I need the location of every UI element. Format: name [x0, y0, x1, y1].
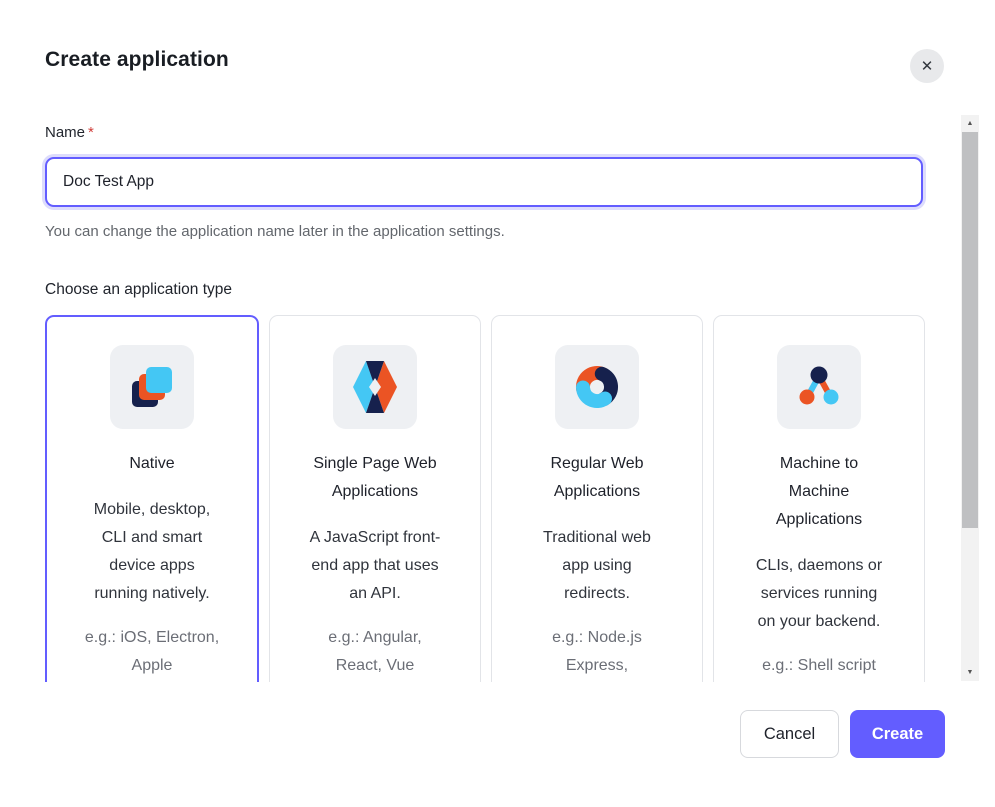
close-icon: ✕	[921, 59, 934, 74]
card-single-page-web[interactable]: Single Page Web Applications A JavaScrip…	[269, 315, 481, 682]
card-native[interactable]: Native Mobile, desktop, CLI and smart de…	[45, 315, 259, 682]
required-asterisk: *	[88, 124, 94, 141]
card-examples: e.g.: Shell script	[750, 652, 888, 680]
m2m-icon-tile	[777, 345, 861, 429]
cancel-button[interactable]: Cancel	[740, 710, 839, 758]
m2m-linked-nodes-icon	[795, 363, 843, 411]
regular-web-swirl-icon	[573, 363, 621, 411]
spa-icon-tile	[333, 345, 417, 429]
close-button[interactable]: ✕	[910, 49, 944, 83]
vertical-scrollbar[interactable]: ▲ ▼	[961, 115, 979, 681]
application-type-label: Choose an application type	[45, 281, 232, 299]
card-description: CLIs, daemons or services running on you…	[750, 552, 888, 636]
name-helper-text: You can change the application name late…	[45, 223, 505, 240]
card-examples: e.g.: Angular, React, Vue	[306, 624, 444, 680]
card-description: Traditional web app using redirects.	[528, 524, 666, 608]
card-title: Single Page Web Applications	[308, 450, 442, 506]
name-label: Name*	[45, 124, 94, 141]
scroll-up-icon: ▲	[967, 120, 974, 127]
scroll-down-button[interactable]: ▼	[961, 664, 979, 681]
scroll-down-icon: ▼	[967, 669, 974, 676]
spa-hex-diamond-icon	[353, 361, 397, 413]
regular-web-icon-tile	[555, 345, 639, 429]
card-examples: e.g.: Node.js Express,	[528, 624, 666, 680]
card-title: Machine to Machine Applications	[752, 450, 886, 534]
application-name-input[interactable]	[45, 157, 923, 207]
scroll-up-button[interactable]: ▲	[961, 115, 979, 132]
card-description: Mobile, desktop, CLI and smart device ap…	[83, 496, 221, 608]
modal-body: Name* You can change the application nam…	[0, 110, 960, 682]
card-machine-to-machine[interactable]: Machine to Machine Applications CLIs, da…	[713, 315, 925, 682]
card-examples: e.g.: iOS, Electron, Apple	[83, 624, 221, 680]
scrollbar-thumb[interactable]	[962, 132, 978, 528]
create-button[interactable]: Create	[850, 710, 945, 758]
card-title: Regular Web Applications	[530, 450, 664, 506]
modal-title: Create application	[45, 48, 229, 72]
card-regular-web[interactable]: Regular Web Applications Traditional web…	[491, 315, 703, 682]
native-stacked-squares-icon	[128, 363, 176, 411]
card-description: A JavaScript front-end app that uses an …	[306, 524, 444, 608]
native-icon-tile	[110, 345, 194, 429]
card-title: Native	[85, 450, 219, 478]
application-type-cards: Native Mobile, desktop, CLI and smart de…	[45, 315, 925, 682]
create-application-modal: Create application ✕ Name* You can chang…	[0, 0, 995, 807]
